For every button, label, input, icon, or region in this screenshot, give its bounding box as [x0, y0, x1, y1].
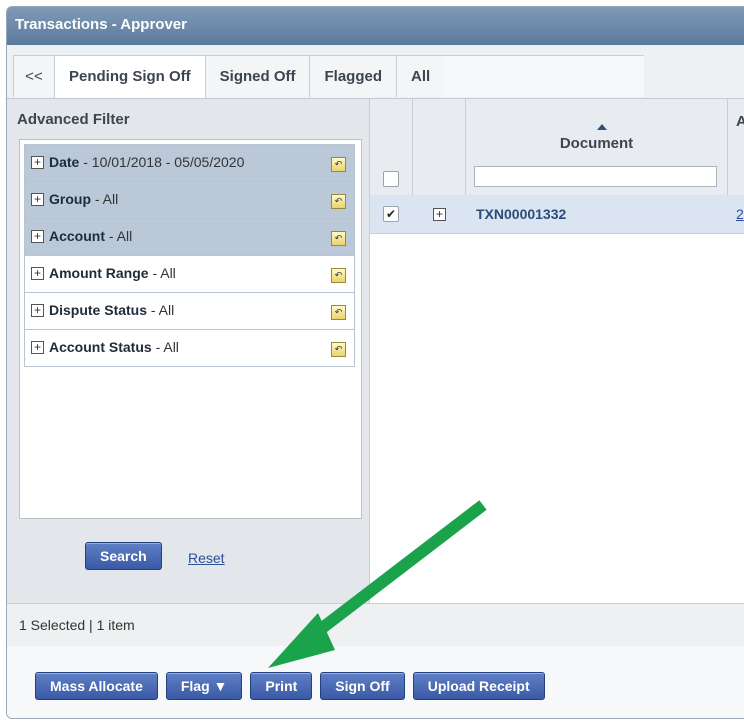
undo-icon[interactable]: ↶ — [331, 157, 346, 172]
undo-icon[interactable]: ↶ — [331, 194, 346, 209]
next-column-header[interactable]: A — [728, 99, 744, 195]
selection-status: 1 Selected | 1 item — [19, 617, 135, 633]
filter-value: - All — [91, 191, 119, 207]
filter-value: - All — [105, 228, 133, 244]
tab-back[interactable]: << — [13, 55, 55, 97]
sort-ascending-icon — [597, 124, 607, 130]
mass-allocate-button[interactable]: Mass Allocate — [35, 672, 158, 700]
undo-icon[interactable]: ↶ — [331, 305, 346, 320]
table-row[interactable]: ✔ + TXN00001332 2 — [370, 195, 744, 234]
tab-flagged[interactable]: Flagged — [309, 55, 397, 97]
filter-name: Amount Range — [49, 265, 149, 281]
select-column-header — [370, 99, 413, 195]
document-column-label: Document — [559, 135, 634, 152]
tab-signed-off[interactable]: Signed Off — [204, 55, 311, 97]
status-bar: 1 Selected | 1 item — [7, 603, 744, 647]
undo-icon[interactable]: ↶ — [331, 342, 346, 357]
expand-icon[interactable]: + — [31, 267, 44, 280]
filter-value: - 10/01/2018 - 05/05/2020 — [79, 154, 245, 170]
document-cell: TXN00001332 — [476, 206, 567, 222]
tab-pending-sign-off[interactable]: Pending Sign Off — [54, 55, 206, 98]
transactions-grid: Document A ✔ + TXN00001332 2 — [370, 99, 744, 603]
filter-account-status[interactable]: + Account Status - All ↶ — [24, 329, 355, 367]
filter-value: - All — [151, 339, 179, 355]
select-all-checkbox[interactable] — [383, 171, 399, 187]
undo-icon[interactable]: ↶ — [331, 268, 346, 283]
reset-link[interactable]: Reset — [188, 550, 225, 566]
filter-list-box: + Date - 10/01/2018 - 05/05/2020 ↶ + Gro… — [19, 139, 362, 519]
expand-icon[interactable]: + — [31, 341, 44, 354]
tab-bar-filler — [444, 55, 645, 97]
filter-amount-range[interactable]: + Amount Range - All ↶ — [24, 255, 355, 292]
tab-bar: << Pending Sign Off Signed Off Flagged A… — [7, 45, 744, 99]
window-title: Transactions - Approver — [7, 7, 744, 45]
advanced-filter-panel: Advanced Filter + Date - 10/01/2018 - 05… — [7, 99, 370, 603]
search-button[interactable]: Search — [85, 542, 162, 570]
filter-account[interactable]: + Account - All ↶ — [24, 218, 355, 255]
filter-name: Group — [49, 191, 91, 207]
grid-header: Document A — [370, 99, 744, 196]
filter-date[interactable]: + Date - 10/01/2018 - 05/05/2020 ↶ — [24, 144, 355, 181]
row-checkbox-checked[interactable]: ✔ — [383, 206, 399, 222]
expand-column-header — [413, 99, 466, 195]
filter-name: Account — [49, 228, 105, 244]
undo-icon[interactable]: ↶ — [331, 231, 346, 246]
upload-receipt-button[interactable]: Upload Receipt — [412, 672, 545, 700]
next-column-cell-link[interactable]: 2 — [736, 206, 744, 222]
next-column-label: A — [736, 113, 744, 130]
document-column-header[interactable]: Document — [466, 99, 728, 195]
expand-icon[interactable]: + — [31, 230, 44, 243]
filter-value: - All — [148, 265, 176, 281]
filter-dispute-status[interactable]: + Dispute Status - All ↶ — [24, 292, 355, 329]
sign-off-button[interactable]: Sign Off — [320, 672, 405, 700]
document-filter-input[interactable] — [474, 166, 717, 187]
print-button[interactable]: Print — [250, 672, 313, 700]
expand-icon[interactable]: + — [31, 304, 44, 317]
filter-value: - All — [147, 302, 175, 318]
filter-name: Date — [49, 154, 80, 170]
filter-name: Account Status — [49, 339, 152, 355]
expand-icon[interactable]: + — [31, 156, 44, 169]
filter-name: Dispute Status — [49, 302, 148, 318]
tab-all[interactable]: All — [396, 55, 446, 97]
flag-dropdown-button[interactable]: Flag ▼ — [165, 672, 243, 700]
transactions-panel: Transactions - Approver << Pending Sign … — [6, 6, 744, 719]
expand-icon[interactable]: + — [31, 193, 44, 206]
action-bar: Mass Allocate Flag ▼ Print Sign Off Uplo… — [7, 646, 744, 718]
expand-row-icon[interactable]: + — [433, 208, 446, 221]
filter-group[interactable]: + Group - All ↶ — [24, 181, 355, 218]
advanced-filter-title: Advanced Filter — [17, 111, 130, 128]
